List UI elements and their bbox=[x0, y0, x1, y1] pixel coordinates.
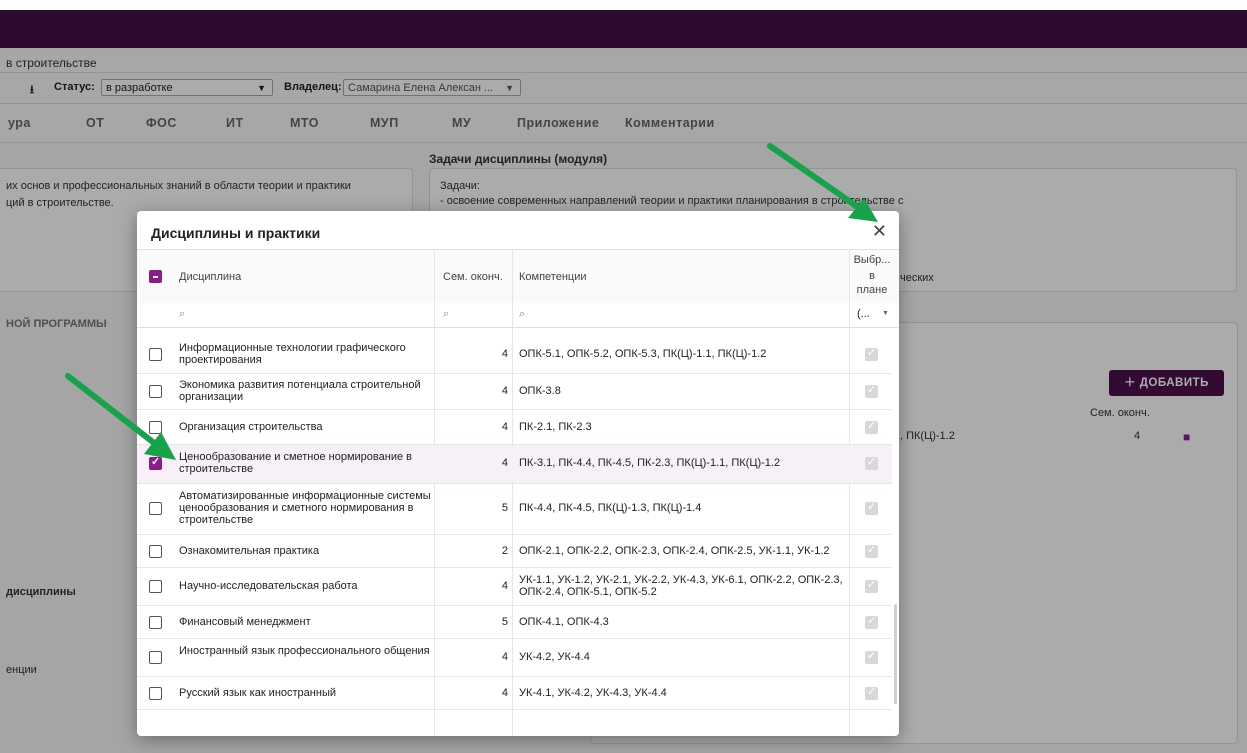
search-icon[interactable]: ⌕ bbox=[443, 308, 449, 321]
table-row[interactable]: Экономика развития потенциала строительн… bbox=[137, 374, 892, 410]
row-competencies: ПК-3.1, ПК-4.4, ПК-4.5, ПК-2.3, ПК(Ц)-1.… bbox=[519, 457, 781, 469]
col-in-plan-line: плане bbox=[856, 284, 888, 296]
modal-title: Дисциплины и практики bbox=[151, 225, 321, 241]
search-icon[interactable]: ⌕ bbox=[179, 308, 185, 321]
in-plan-checkbox bbox=[865, 455, 878, 470]
app-header bbox=[0, 10, 1247, 48]
in-plan-checkbox bbox=[865, 543, 878, 558]
row-competencies: ПК-2.1, ПК-2.3 bbox=[519, 421, 592, 433]
col-in-plan-line[interactable]: Выбр... bbox=[852, 254, 892, 266]
row-checkbox[interactable] bbox=[149, 348, 162, 361]
row-sem: 4 bbox=[501, 580, 508, 592]
row-checkbox[interactable] bbox=[149, 687, 162, 700]
row-discipline: Ознакомительная практика bbox=[179, 545, 320, 557]
col-in-plan-line: в bbox=[869, 270, 875, 282]
row-discipline: Русский язык как иностранный bbox=[179, 687, 336, 699]
in-plan-checkbox bbox=[865, 685, 878, 700]
row-checkbox[interactable] bbox=[149, 580, 162, 593]
in-plan-checkbox bbox=[865, 419, 878, 434]
table-row[interactable]: Финансовый менеджмент 5 ОПК-4.1, ОПК-4.3 bbox=[137, 606, 892, 639]
col-discipline[interactable]: Дисциплина bbox=[179, 271, 241, 283]
search-icon[interactable]: ⌕ bbox=[519, 308, 525, 321]
row-competencies: УК-1.1, УК-1.2, УК-2.1, УК-2.2, УК-4.3, … bbox=[519, 574, 843, 598]
top-strip bbox=[0, 0, 1247, 10]
row-competencies: ОПК-2.1, ОПК-2.2, ОПК-2.3, ОПК-2.4, ОПК-… bbox=[519, 545, 830, 557]
row-sem: 4 bbox=[501, 385, 508, 397]
row-competencies: УК-4.2, УК-4.4 bbox=[519, 651, 590, 663]
row-checkbox[interactable] bbox=[149, 651, 162, 664]
row-sem: 4 bbox=[501, 348, 508, 360]
col-sem[interactable]: Сем. оконч. bbox=[443, 271, 503, 283]
table-row[interactable]: Организация строительства 4 ПК-2.1, ПК-2… bbox=[137, 410, 892, 445]
row-discipline: Финансовый менеджмент bbox=[179, 616, 311, 628]
row-checkbox[interactable] bbox=[149, 545, 162, 558]
row-discipline: Научно-исследовательская работа bbox=[179, 580, 358, 592]
row-sem: 4 bbox=[501, 687, 508, 699]
in-plan-checkbox bbox=[865, 500, 878, 515]
chevron-down-icon: ▼ bbox=[882, 310, 889, 317]
disciplines-modal: Дисциплины и практики ✕ Дисциплина Сем. … bbox=[137, 211, 899, 736]
in-plan-checkbox bbox=[865, 649, 878, 664]
row-competencies: ПК-4.4, ПК-4.5, ПК(Ц)-1.3, ПК(Ц)-1.4 bbox=[519, 502, 702, 514]
table-row[interactable]: Иностранный язык профессионального общен… bbox=[137, 639, 892, 677]
in-plan-checkbox bbox=[865, 346, 878, 361]
in-plan-checkbox bbox=[865, 578, 878, 593]
arrow-annotation-close bbox=[767, 143, 878, 222]
row-discipline: Ценообразование и сметное нормирование в… bbox=[179, 451, 412, 475]
table-row[interactable]: Автоматизированные информационные систем… bbox=[137, 484, 892, 535]
col-competencies[interactable]: Компетенции bbox=[519, 271, 587, 283]
select-all-checkbox[interactable] bbox=[149, 270, 162, 283]
table-row[interactable]: Русский язык как иностранный 4 УК-4.1, У… bbox=[137, 677, 892, 710]
in-plan-filter[interactable]: (... bbox=[857, 308, 870, 320]
in-plan-checkbox bbox=[865, 614, 878, 629]
row-checkbox[interactable] bbox=[149, 502, 162, 515]
arrow-annotation-row bbox=[65, 373, 176, 460]
table-row[interactable]: Информационные технологии графического п… bbox=[137, 336, 892, 374]
row-discipline: Экономика развития потенциала строительн… bbox=[179, 379, 421, 403]
in-plan-checkbox bbox=[865, 383, 878, 398]
row-competencies: ОПК-4.1, ОПК-4.3 bbox=[519, 616, 609, 628]
row-sem: 4 bbox=[501, 421, 508, 433]
row-competencies: УК-4.1, УК-4.2, УК-4.3, УК-4.4 bbox=[519, 687, 667, 699]
row-checkbox[interactable] bbox=[149, 616, 162, 629]
grid-scrollbar[interactable] bbox=[894, 604, 897, 704]
disciplines-grid: Дисциплина Сем. оконч. Компетенции Выбр.… bbox=[137, 249, 899, 736]
row-sem: 5 bbox=[501, 616, 508, 628]
row-competencies: ОПК-5.1, ОПК-5.2, ОПК-5.3, ПК(Ц)-1.1, ПК… bbox=[519, 348, 767, 360]
row-discipline: Автоматизированные информационные систем… bbox=[179, 490, 431, 526]
row-discipline: Информационные технологии графического п… bbox=[179, 342, 406, 366]
row-discipline: Иностранный язык профессионального общен… bbox=[179, 645, 430, 657]
row-competencies: ОПК-3.8 bbox=[519, 385, 561, 397]
table-row[interactable]: Научно-исследовательская работа 4 УК-1.1… bbox=[137, 568, 892, 606]
grid-header: Дисциплина Сем. оконч. Компетенции Выбр.… bbox=[137, 249, 899, 305]
table-row-selected[interactable]: Ценообразование и сметное нормирование в… bbox=[137, 445, 892, 484]
row-sem: 2 bbox=[501, 545, 508, 557]
row-sem: 5 bbox=[501, 502, 508, 514]
row-sem: 4 bbox=[501, 651, 508, 663]
row-sem: 4 bbox=[501, 457, 508, 469]
filter-row: ⌕ ⌕ ⌕ (... ▼ bbox=[137, 303, 899, 328]
table-row[interactable]: Ознакомительная практика 2 ОПК-2.1, ОПК-… bbox=[137, 535, 892, 568]
row-discipline: Организация строительства bbox=[179, 421, 323, 433]
